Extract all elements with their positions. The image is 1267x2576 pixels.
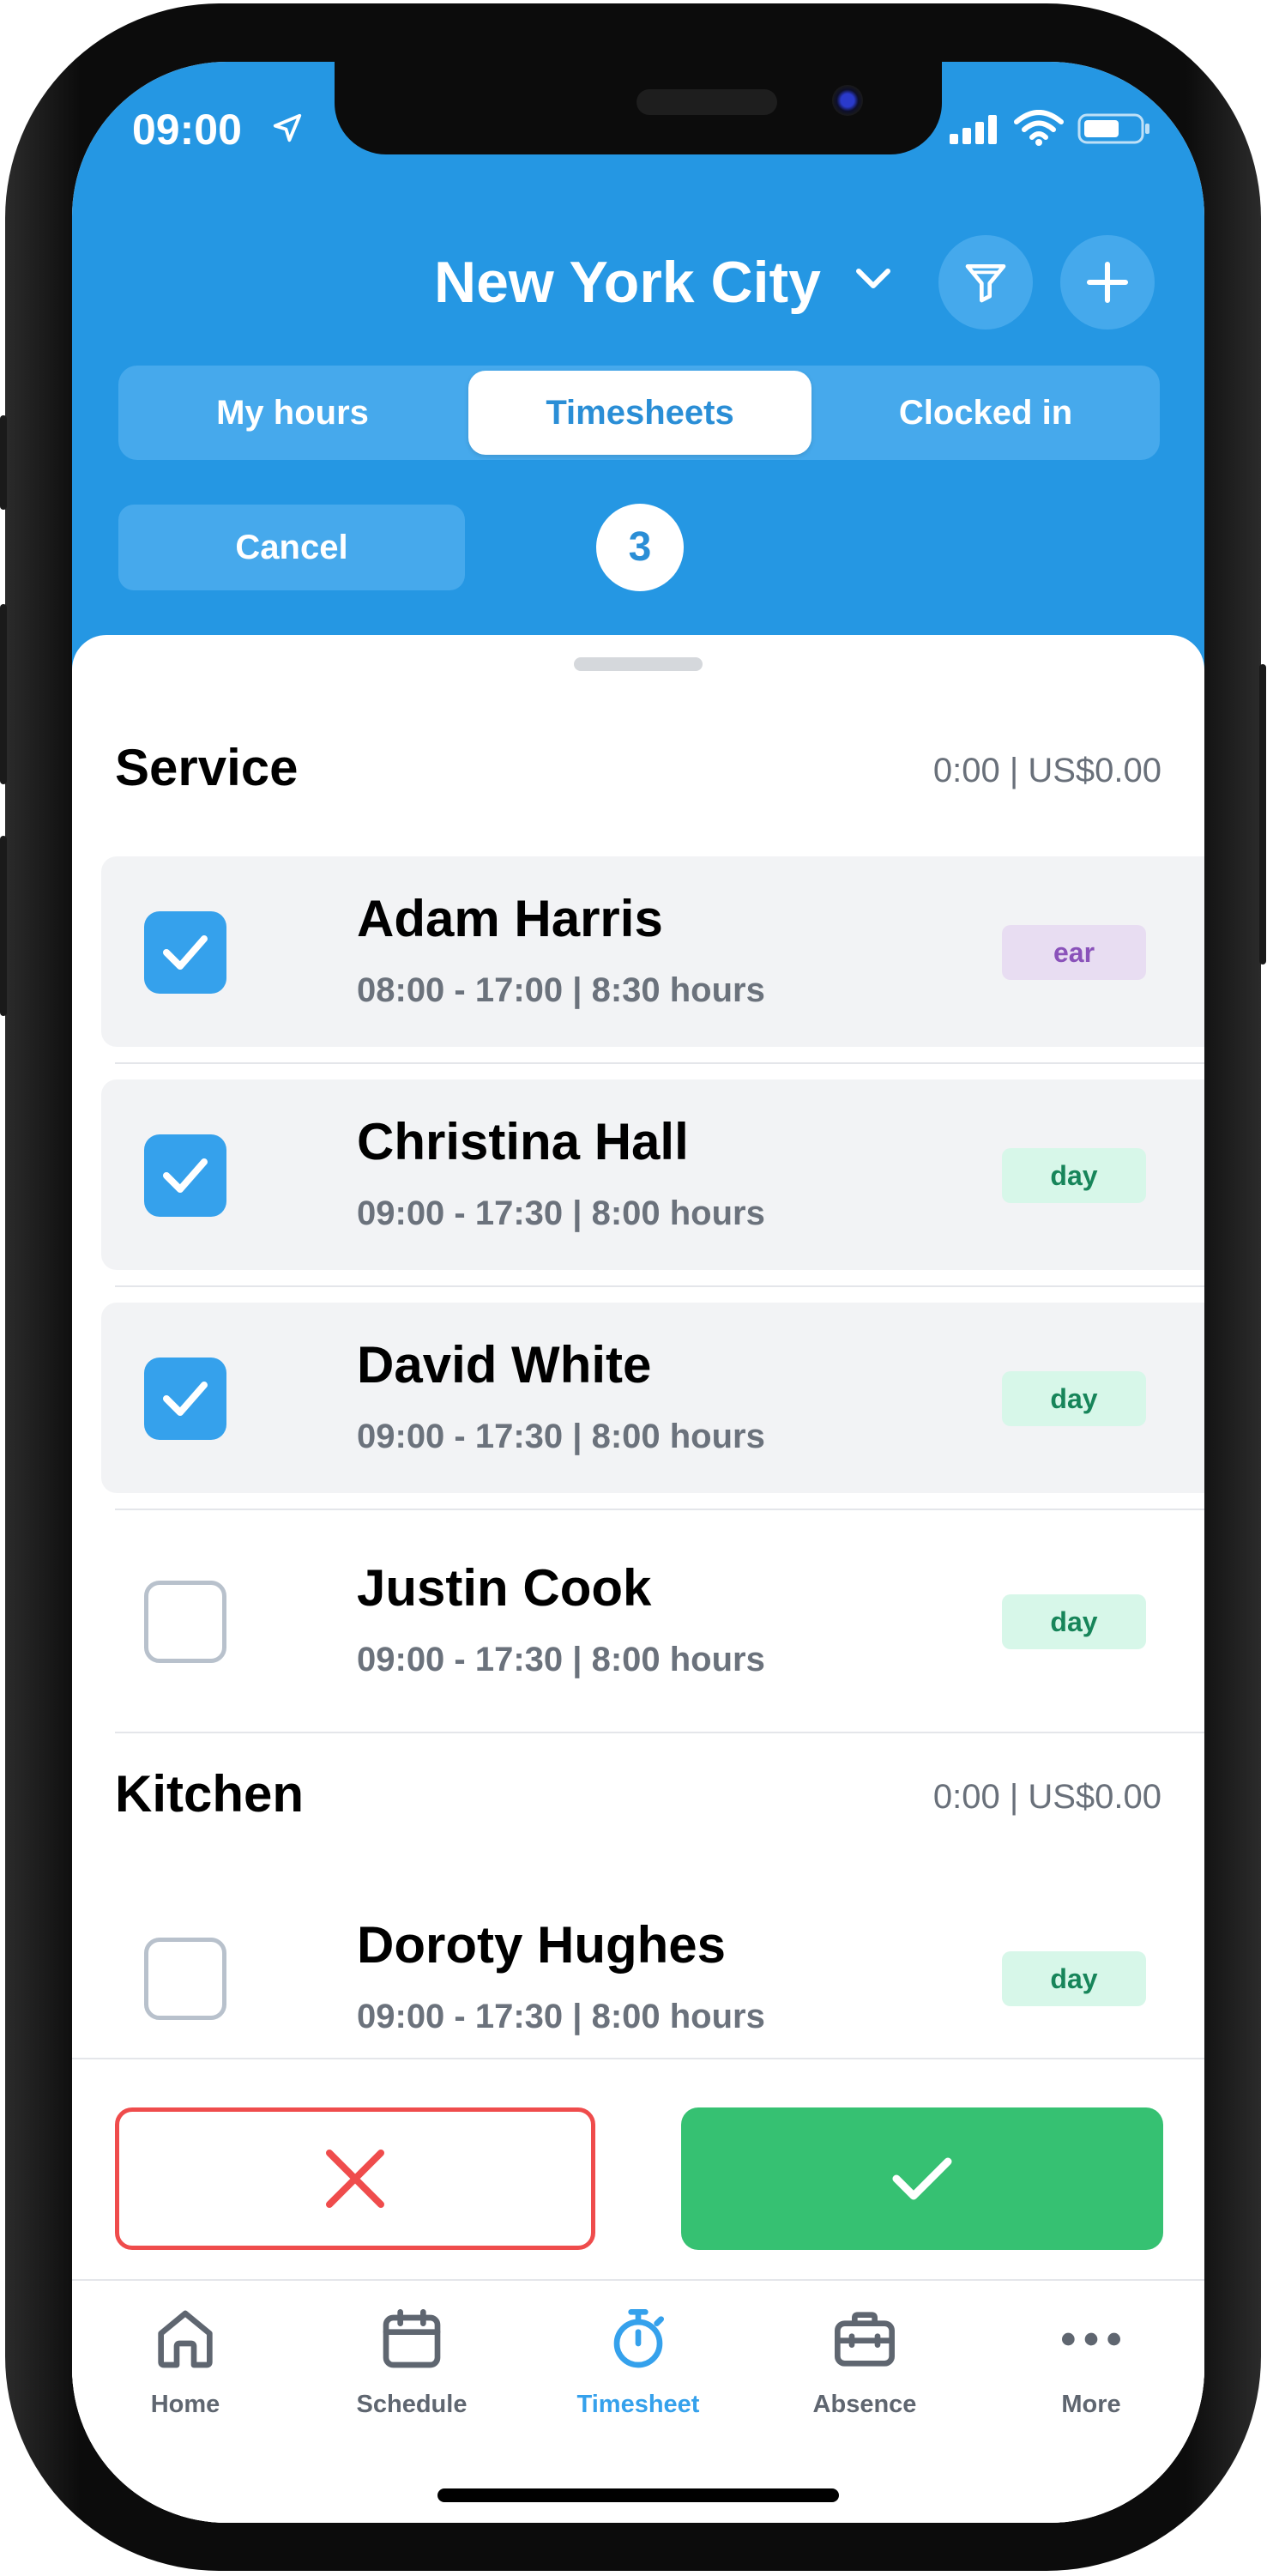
filter-button[interactable] [938, 235, 1033, 330]
wifi-icon [1014, 110, 1064, 146]
table-row[interactable]: Adam Harris 08:00 - 17:00 | 8:30 hours e… [101, 856, 1204, 1047]
employee-name: David White [357, 1336, 652, 1394]
tab-absence[interactable]: Absence [751, 2281, 978, 2452]
section-title-kitchen: Kitchen [115, 1765, 305, 1823]
table-row[interactable]: Justin Cook 09:00 - 17:30 | 8:00 hours d… [101, 1526, 1204, 1716]
row-checkbox[interactable] [144, 1358, 226, 1440]
bottom-tab-bar: Home Schedule Timesheet Absence More [72, 2279, 1204, 2523]
briefcase-icon [835, 2312, 895, 2367]
reject-button[interactable] [115, 2107, 595, 2250]
status-badge: ear [1002, 925, 1146, 980]
close-icon [326, 2150, 384, 2208]
shift-hours: 09:00 - 17:30 | 8:00 hours [357, 1418, 765, 1455]
volume-down-button [0, 836, 7, 1016]
tab-label: Absence [812, 2391, 917, 2418]
plus-icon [1086, 261, 1129, 304]
employee-name: Doroty Hughes [357, 1916, 727, 1974]
status-badge: day [1002, 1594, 1146, 1649]
tab-timesheet[interactable]: Timesheet [525, 2281, 751, 2452]
status-badge: day [1002, 1371, 1146, 1426]
phone-frame: 09:00 New York City My hours Timesheets … [0, 3, 1266, 2571]
tab-more[interactable]: More [978, 2281, 1204, 2452]
section-summary-kitchen: 0:00 | US$0.00 [932, 1778, 1161, 1816]
table-row[interactable]: David White 09:00 - 17:30 | 8:00 hours d… [101, 1303, 1204, 1493]
calendar-icon [383, 2309, 441, 2368]
row-divider [115, 1285, 1204, 1287]
notch [335, 62, 942, 154]
tab-schedule[interactable]: Schedule [299, 2281, 525, 2452]
add-button[interactable] [1060, 235, 1155, 330]
row-divider [115, 1732, 1204, 1733]
checkmark-icon [163, 1158, 208, 1193]
tab-label: Home [150, 2391, 220, 2418]
cellular-signal-icon [950, 115, 997, 144]
volume-up-button [0, 604, 7, 784]
row-divider [115, 1509, 1204, 1510]
location-arrow-icon [273, 113, 302, 142]
tab-label: Timesheet [576, 2391, 700, 2418]
approve-button[interactable] [681, 2107, 1163, 2250]
shift-hours: 08:00 - 17:00 | 8:30 hours [357, 971, 765, 1009]
row-checkbox[interactable] [144, 911, 226, 994]
earpiece-speaker [637, 89, 777, 115]
tab-label: Schedule [356, 2391, 468, 2418]
row-checkbox[interactable] [144, 1134, 226, 1217]
home-icon [158, 2310, 213, 2368]
employee-name: Justin Cook [357, 1559, 652, 1617]
more-dots-icon [1062, 2332, 1120, 2346]
tab-label: More [1061, 2391, 1121, 2418]
row-checkbox[interactable] [144, 1938, 226, 2020]
cancel-selection-button[interactable]: Cancel [118, 505, 465, 590]
phone-screen: 09:00 New York City My hours Timesheets … [72, 62, 1204, 2523]
row-checkbox[interactable] [144, 1581, 226, 1663]
tab-my-hours[interactable]: My hours [124, 371, 462, 455]
power-button [1259, 664, 1266, 964]
selected-count-badge: 3 [596, 504, 684, 591]
checkmark-icon [163, 1382, 208, 1416]
chevron-down-icon[interactable] [854, 266, 892, 292]
sheet-drag-handle[interactable] [574, 657, 703, 671]
checkmark-icon [163, 935, 208, 970]
tab-clocked-in[interactable]: Clocked in [817, 371, 1155, 455]
mute-switch [0, 415, 7, 510]
battery-icon [1077, 113, 1149, 144]
section-summary-service: 0:00 | US$0.00 [932, 752, 1161, 789]
shift-hours: 09:00 - 17:30 | 8:00 hours [357, 1641, 765, 1678]
tab-home[interactable]: Home [72, 2281, 299, 2452]
tab-timesheets[interactable]: Timesheets [468, 371, 811, 455]
view-segmented-control: My hours Timesheets Clocked in [118, 366, 1160, 460]
table-row[interactable]: Christina Hall 09:00 - 17:30 | 8:00 hour… [101, 1079, 1204, 1270]
stopwatch-icon [613, 2309, 664, 2368]
front-camera [832, 85, 863, 116]
status-time: 09:00 [132, 106, 242, 154]
home-indicator[interactable] [437, 2488, 839, 2502]
employee-name: Adam Harris [357, 890, 663, 947]
filter-icon [965, 264, 1006, 303]
checkmark-icon [892, 2157, 952, 2200]
row-divider [115, 1062, 1204, 1064]
shift-hours: 09:00 - 17:30 | 8:00 hours [357, 1998, 765, 2035]
shift-hours: 09:00 - 17:30 | 8:00 hours [357, 1194, 765, 1232]
header: 09:00 New York City My hours Timesheets … [72, 62, 1204, 680]
section-title-service: Service [115, 739, 299, 796]
status-badge: day [1002, 1951, 1146, 2006]
table-row[interactable]: Doroty Hughes 09:00 - 17:30 | 8:00 hours… [101, 1883, 1204, 2073]
status-badge: day [1002, 1148, 1146, 1203]
location-title[interactable]: New York City [434, 249, 821, 316]
employee-name: Christina Hall [357, 1113, 689, 1170]
